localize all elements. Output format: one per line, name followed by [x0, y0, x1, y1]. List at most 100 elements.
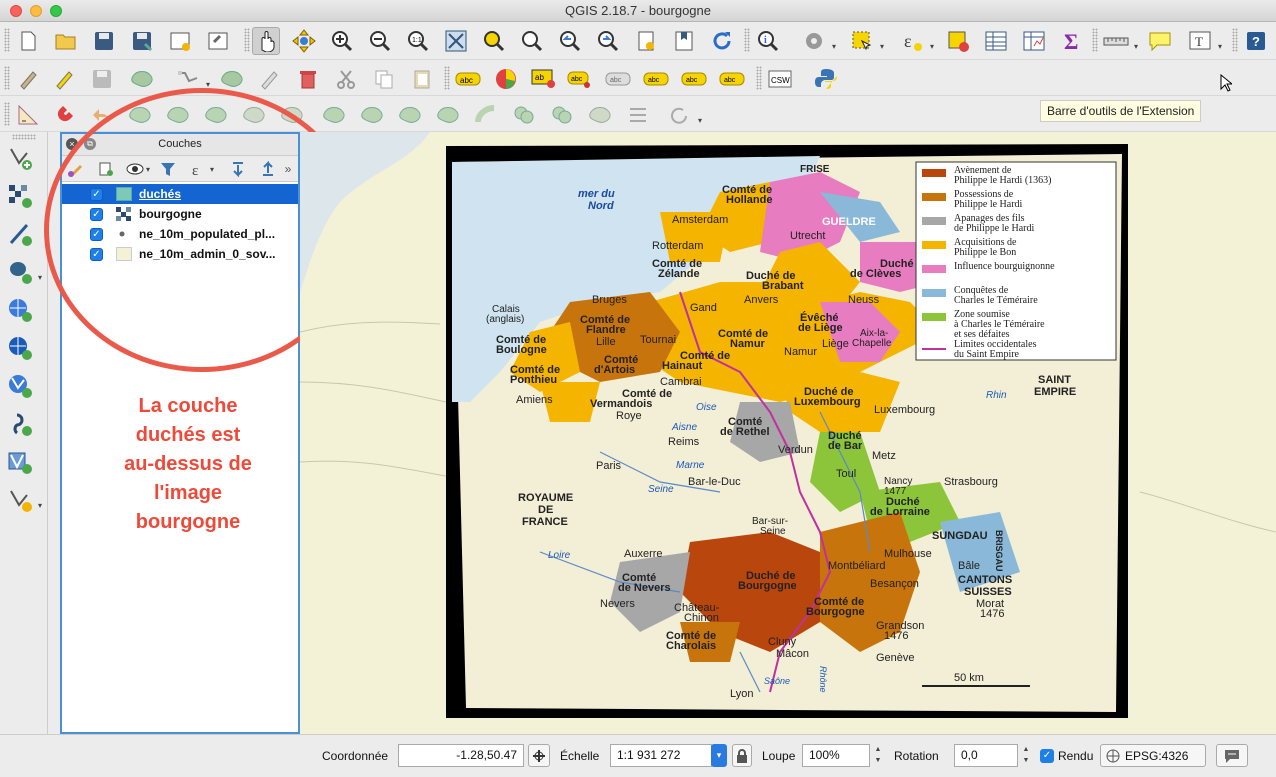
align-features-icon[interactable]	[624, 101, 652, 129]
zoom-full-icon[interactable]	[442, 27, 470, 55]
diagram-tool-icon[interactable]	[492, 65, 520, 93]
add-wcs-layer-icon[interactable]	[6, 334, 34, 362]
scale-combobox[interactable]: 1:1 931 272	[610, 744, 712, 767]
rotate-label-icon[interactable]: abc	[642, 65, 670, 93]
node-tool-icon[interactable]	[218, 65, 246, 93]
help-icon[interactable]: ?	[1242, 27, 1270, 55]
delete-ring-icon[interactable]	[240, 101, 268, 129]
zoom-actual-size-icon[interactable]: 1:1	[404, 27, 432, 55]
deselect-icon[interactable]	[944, 27, 972, 55]
pan-icon[interactable]	[252, 27, 280, 55]
toolbar-grip[interactable]	[4, 66, 10, 90]
delete-selected-icon[interactable]	[294, 65, 322, 93]
maximize-window-button[interactable]	[50, 5, 62, 17]
undo-icon[interactable]	[88, 101, 116, 129]
simplify-feature-icon[interactable]	[396, 101, 424, 129]
save-as-icon[interactable]	[128, 27, 156, 55]
split-features-icon[interactable]	[434, 101, 462, 129]
add-vector-layer-icon[interactable]	[6, 144, 34, 172]
current-edits-icon[interactable]	[14, 65, 42, 93]
more-tools-icon[interactable]: »	[282, 160, 294, 178]
paste-features-icon[interactable]	[408, 65, 436, 93]
zoom-last-icon[interactable]	[556, 27, 584, 55]
open-project-icon[interactable]	[52, 27, 80, 55]
rotate-feature-icon[interactable]: ▾	[666, 101, 702, 129]
statistical-summary-icon[interactable]: Σ	[1058, 27, 1086, 55]
filter-legend-icon[interactable]	[158, 160, 178, 178]
layer-item-populated-places[interactable]: ✓ ne_10m_populated_pl...	[62, 224, 298, 244]
node-edit-icon[interactable]	[256, 65, 284, 93]
toolbar-grip[interactable]	[1232, 28, 1238, 52]
add-ring-icon[interactable]	[126, 101, 154, 129]
save-project-icon[interactable]	[90, 27, 118, 55]
add-virtual-layer-icon[interactable]	[6, 448, 34, 476]
toolbar-grip[interactable]	[12, 134, 36, 140]
map-tips-icon[interactable]	[1146, 27, 1174, 55]
collapse-all-icon[interactable]	[258, 160, 278, 178]
cut-features-icon[interactable]	[332, 65, 360, 93]
merge-features-icon[interactable]	[510, 101, 538, 129]
refresh-icon[interactable]	[708, 27, 736, 55]
advanced-digitizing-icon[interactable]	[14, 101, 42, 129]
composer-manager-icon[interactable]	[204, 27, 232, 55]
layer-item-bourgogne[interactable]: ✓ bourgogne	[62, 204, 298, 224]
rotate-point-symbols-icon[interactable]	[586, 101, 614, 129]
new-bookmark-icon[interactable]	[632, 27, 660, 55]
copy-features-icon[interactable]	[370, 65, 398, 93]
render-checkbox[interactable]: ✓	[1040, 749, 1054, 763]
layer-item-admin-sov[interactable]: ✓ ne_10m_admin_0_sov...	[62, 244, 298, 264]
rotation-field[interactable]: 0,0	[954, 744, 1018, 767]
close-window-button[interactable]	[10, 5, 22, 17]
toolbar-grip[interactable]	[4, 102, 10, 126]
add-feature-icon[interactable]	[128, 65, 156, 93]
rotation-spinner-icon[interactable]: ▲ ▼	[1020, 744, 1032, 767]
change-label-icon[interactable]: abc	[680, 65, 708, 93]
pin-labels-icon[interactable]: ab	[530, 65, 558, 93]
toggle-editing-icon[interactable]	[50, 65, 78, 93]
filter-by-expression-icon[interactable]: ε ▾	[190, 160, 214, 178]
zoom-out-icon[interactable]	[366, 27, 394, 55]
crs-button[interactable]: EPSG:4326	[1100, 744, 1206, 767]
new-project-icon[interactable]	[14, 27, 42, 55]
add-part-icon[interactable]	[164, 101, 192, 129]
lock-scale-icon[interactable]	[732, 744, 752, 767]
messages-icon[interactable]	[1216, 744, 1248, 767]
save-edits-icon[interactable]	[88, 65, 116, 93]
new-print-composer-icon[interactable]	[166, 27, 194, 55]
add-raster-layer-icon[interactable]	[6, 182, 34, 210]
scale-dropdown-icon[interactable]: ▾	[711, 744, 727, 767]
toolbar-grip[interactable]	[244, 28, 250, 52]
measure-icon[interactable]: ▾	[1102, 27, 1138, 55]
minimize-window-button[interactable]	[30, 5, 42, 17]
split-parts-icon[interactable]	[472, 101, 500, 129]
delete-part-icon[interactable]	[278, 101, 306, 129]
field-calculator-icon[interactable]	[1020, 27, 1048, 55]
python-console-icon[interactable]	[812, 65, 840, 93]
zoom-next-icon[interactable]	[594, 27, 622, 55]
manage-visibility-icon[interactable]: ▾	[126, 160, 150, 178]
label-properties-icon[interactable]: abc	[718, 65, 746, 93]
label-tool-icon[interactable]: abc	[454, 65, 482, 93]
add-spatialite-layer-icon[interactable]	[6, 410, 34, 438]
move-feature-icon[interactable]: ▾	[174, 65, 210, 93]
toggle-extents-icon[interactable]	[528, 744, 550, 767]
add-delimited-text-layer-icon[interactable]	[6, 220, 34, 248]
fill-ring-icon[interactable]	[202, 101, 230, 129]
toolbar-grip[interactable]	[756, 66, 762, 90]
pan-to-selection-icon[interactable]	[290, 27, 318, 55]
layer-visibility-checkbox[interactable]: ✓	[90, 227, 103, 241]
add-wms-layer-icon[interactable]	[6, 296, 34, 324]
identify-icon[interactable]: i	[754, 27, 782, 55]
expression-select-icon[interactable]: ε ▾	[898, 27, 934, 55]
toolbar-grip[interactable]	[744, 28, 750, 52]
add-group-icon[interactable]	[96, 160, 116, 178]
show-hide-labels-icon[interactable]: abc	[566, 65, 594, 93]
expand-all-icon[interactable]	[228, 160, 248, 178]
toolbar-grip[interactable]	[4, 28, 10, 52]
zoom-to-layer-icon[interactable]	[518, 27, 546, 55]
add-postgis-layer-icon[interactable]: ▾	[6, 258, 42, 286]
snapping-icon[interactable]	[52, 101, 80, 129]
layer-visibility-checkbox[interactable]: ✓	[90, 207, 103, 221]
layer-visibility-checkbox[interactable]: ✓	[90, 247, 103, 261]
merge-attributes-icon[interactable]	[548, 101, 576, 129]
